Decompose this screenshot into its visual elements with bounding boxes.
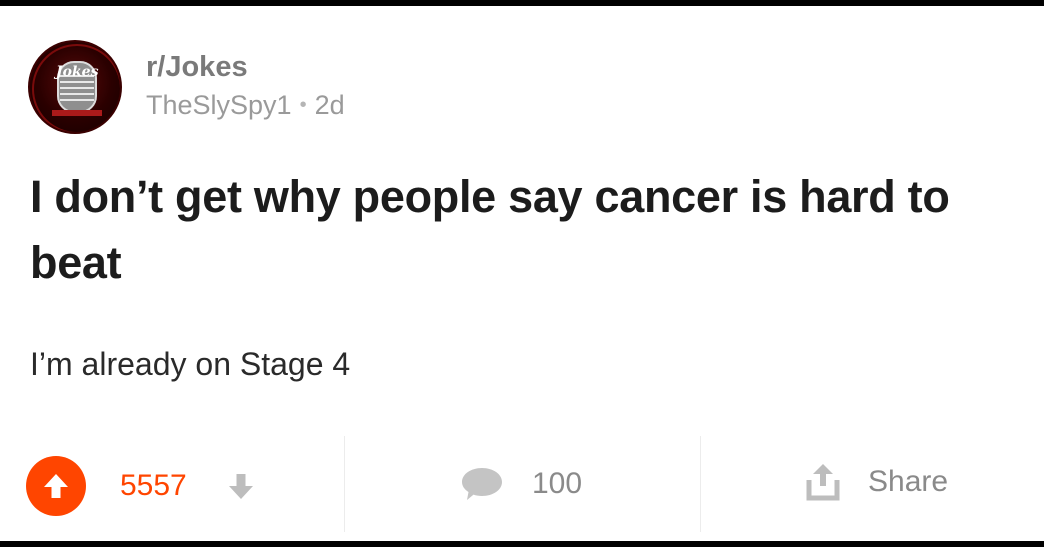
comments-button[interactable]: 100 (460, 466, 582, 502)
post-card: Jokes r/Jokes TheSlySpy1 • 2d I don’t get … (0, 6, 1044, 541)
post-age: 2d (314, 89, 345, 120)
subreddit-avatar[interactable]: Jokes (28, 40, 122, 134)
avatar-logo-text: Jokes (56, 64, 99, 80)
author-name[interactable]: TheSlySpy1 (146, 90, 292, 120)
post-meta: TheSlySpy1 • 2d (146, 88, 345, 125)
downvote-button[interactable] (227, 471, 255, 501)
post-header-text: r/Jokes TheSlySpy1 • 2d (146, 50, 345, 125)
comment-bubble-icon (462, 468, 502, 500)
share-label: Share (868, 465, 949, 498)
post-body: I’m already on Stage 4 (30, 346, 351, 382)
action-divider (700, 436, 701, 532)
comment-count: 100 (532, 467, 583, 500)
vote-score: 5557 (120, 469, 187, 502)
action-bar: 5557 100 Share (0, 436, 1044, 536)
upvote-arrow-icon (44, 474, 68, 498)
upvote-button[interactable] (26, 456, 86, 516)
post-title[interactable]: I don’t get why people say cancer is har… (30, 164, 1020, 296)
action-divider (344, 436, 345, 532)
share-button[interactable]: Share (804, 462, 948, 502)
meta-separator: • (299, 93, 307, 116)
share-icon (806, 464, 840, 501)
downvote-arrow-icon (228, 474, 253, 499)
post-header: Jokes r/Jokes TheSlySpy1 • 2d (28, 40, 345, 134)
vote-controls: 5557 (26, 456, 255, 516)
subreddit-name[interactable]: r/Jokes (146, 50, 345, 84)
microphone-icon (32, 44, 120, 132)
